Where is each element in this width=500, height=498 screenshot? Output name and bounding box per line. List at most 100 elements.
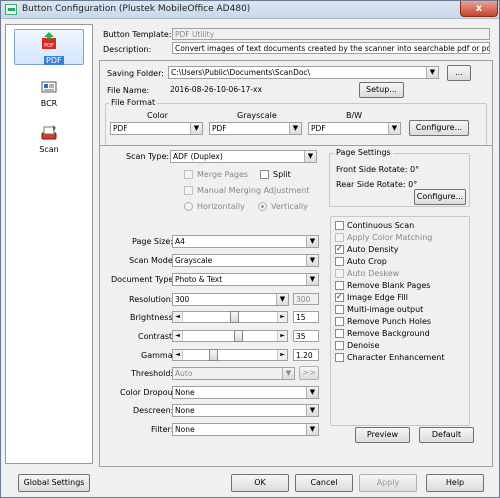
contrast-slider[interactable]: ◄ ► [172,330,288,342]
color-format-combo[interactable]: PDF ▼ [110,122,203,135]
brightness-label: Brightness: [130,313,176,322]
brightness-field[interactable]: 15 [293,311,319,323]
horizontally-label: Horizontally [197,202,245,211]
slider-right-arrow-icon[interactable]: ► [277,312,287,322]
option-checkbox[interactable] [335,292,344,302]
resolution-label: Resolution: [129,295,174,304]
page-size-combo[interactable]: A4 ▼ [172,235,319,248]
color-dropout-value: None [175,388,195,397]
scan-type-combo[interactable]: ADF (Duplex) ▼ [170,150,317,163]
chevron-down-icon[interactable]: ▼ [306,236,318,247]
option-checkbox[interactable] [335,341,344,350]
option-checkbox[interactable] [335,305,344,314]
saving-folder-label: Saving Folder: [107,69,164,78]
saving-folder-combo[interactable]: C:\Users\Public\Documents\ScanDoc\ ▼ [168,66,439,79]
sidebar-item-bcr[interactable]: BCR [6,73,92,117]
chevron-down-icon[interactable]: ▼ [306,255,318,266]
template-field: PDF Utility [172,28,490,40]
chevron-down-icon[interactable]: ▼ [306,405,318,416]
close-button[interactable]: x [460,1,498,17]
option-label: Remove Punch Holes [347,317,432,326]
sidebar-item-pdf[interactable]: PDF PDF [6,27,92,71]
apply-button[interactable]: Apply [359,474,417,492]
horizontally-radio[interactable] [184,202,193,211]
filter-label: Filter: [151,425,174,434]
sidebar-item-scan[interactable]: Scan [6,119,92,163]
chevron-down-icon[interactable]: ▼ [289,123,301,134]
contrast-field[interactable]: 35 [293,330,319,342]
template-label: Button Template: [103,30,172,39]
option-checkbox[interactable] [335,353,344,362]
bw-format-value: PDF [311,124,326,133]
document-type-combo[interactable]: Photo & Text ▼ [172,273,319,286]
option-checkbox[interactable] [335,257,344,266]
slider-left-arrow-icon[interactable]: ◄ [173,350,183,360]
global-settings-button[interactable]: Global Settings [18,474,90,492]
setup-button[interactable]: Setup... [359,82,404,98]
chevron-down-icon[interactable]: ▼ [276,294,288,305]
gamma-slider[interactable]: ◄ ► [172,349,288,361]
option-checkbox[interactable] [335,221,344,230]
preview-button[interactable]: Preview [355,427,410,443]
scan-mode-combo[interactable]: Grayscale ▼ [172,254,319,267]
color-dropout-combo[interactable]: None ▼ [172,386,319,399]
default-button[interactable]: Default [419,427,474,443]
filter-combo[interactable]: None ▼ [172,423,319,436]
app-icon [5,4,17,15]
resolution-combo[interactable]: 300 ▼ [172,293,289,306]
client-area: PDF PDF BCR Scan Button Template: PDF Ut… [1,19,499,497]
window: Button Configuration (Plustek MobileOffi… [0,0,500,498]
slider-left-arrow-icon[interactable]: ◄ [173,312,183,322]
vertically-radio[interactable] [258,202,267,211]
grayscale-label: Grayscale [237,111,277,120]
vertically-label: Vertically [271,202,308,211]
merge-pages-label: Merge Pages [197,170,249,179]
chevron-down-icon[interactable]: ▼ [306,387,318,398]
title-bar[interactable]: Button Configuration (Plustek MobileOffi… [1,1,499,19]
page-settings-configure-button[interactable]: Configure... [414,189,466,205]
option-checkbox[interactable] [335,329,344,338]
slider-left-arrow-icon[interactable]: ◄ [173,331,183,341]
file-format-configure-button[interactable]: Configure... [409,120,469,136]
option-checkbox[interactable] [335,281,344,290]
option-label: Auto Density [347,245,399,254]
chevron-down-icon[interactable]: ▼ [388,123,400,134]
option-checkbox[interactable] [335,269,344,278]
color-dropout-label: Color Dropout: [120,388,179,397]
grayscale-format-combo[interactable]: PDF ▼ [209,122,302,135]
chevron-down-icon[interactable]: ▼ [306,424,318,435]
bw-format-combo[interactable]: PDF ▼ [308,122,401,135]
option-label: Continuous Scan [347,221,415,230]
description-field[interactable]: Convert images of text documents created… [172,42,490,54]
chevron-down-icon[interactable]: ▼ [306,274,318,285]
manual-merge-checkbox[interactable] [184,186,193,195]
chevron-down-icon[interactable]: ▼ [426,67,438,78]
grayscale-format-value: PDF [212,124,227,133]
filter-value: None [175,425,195,434]
contrast-slider-thumb[interactable] [234,330,243,342]
brightness-slider[interactable]: ◄ ► [172,311,288,323]
merge-pages-checkbox[interactable] [184,170,193,179]
gamma-slider-thumb[interactable] [209,349,218,361]
ok-button[interactable]: OK [231,474,289,492]
bw-label: B/W [346,111,363,120]
resolution-custom-field: 300 [293,293,319,305]
brightness-slider-thumb[interactable] [230,311,239,323]
browse-button[interactable]: ... [447,65,471,81]
pdf-badge-text: PDF [44,43,54,49]
help-button[interactable]: Help [426,474,484,492]
rear-rotate-text: Rear Side Rotate: 0° [336,180,418,189]
descreen-combo[interactable]: None ▼ [172,404,319,417]
slider-right-arrow-icon[interactable]: ► [277,350,287,360]
split-checkbox[interactable] [260,170,269,179]
chevron-down-icon[interactable]: ▼ [190,123,202,134]
threshold-expand-button[interactable]: >> [299,366,319,380]
slider-right-arrow-icon[interactable]: ► [277,331,287,341]
gamma-field[interactable]: 1.20 [293,349,319,361]
option-checkbox[interactable] [335,233,344,242]
option-checkbox[interactable] [335,317,344,326]
option-checkbox[interactable] [335,244,344,254]
cancel-button[interactable]: Cancel [295,474,353,492]
threshold-combo: Auto ▼ [172,367,295,380]
chevron-down-icon[interactable]: ▼ [304,151,316,162]
